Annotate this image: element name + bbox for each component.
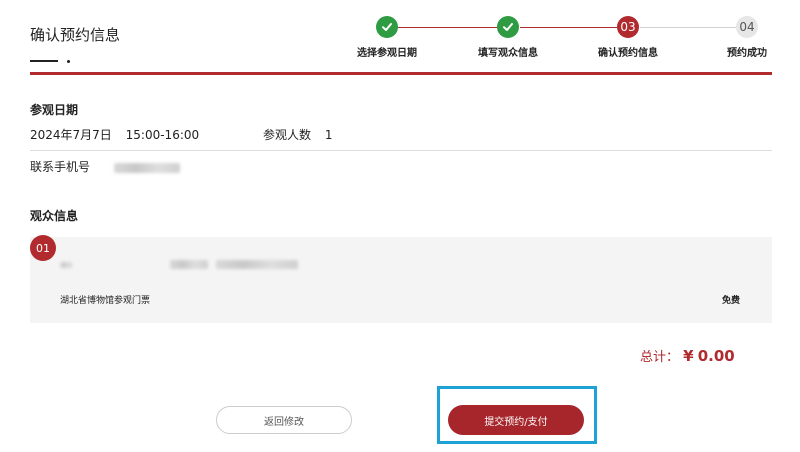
visitor-info-section-title: 观众信息 xyxy=(30,209,79,223)
total-label: 总计： xyxy=(640,350,680,365)
submit-booking-button[interactable]: 提交预约/支付 xyxy=(448,405,584,435)
visit-date-row: 2024年7月7日 15:00-16:00 参观人数 1 xyxy=(30,126,332,143)
step-label: 填写观众信息 xyxy=(478,48,538,59)
redacted-id-number xyxy=(216,260,298,269)
divider xyxy=(30,150,772,151)
phone-label: 联系手机号 xyxy=(30,160,91,174)
visitor-count-value: 1 xyxy=(324,128,333,142)
step-confirm: 03 确认预约信息 xyxy=(583,16,673,59)
step-number-badge: 03 xyxy=(617,16,639,38)
redacted-id-type xyxy=(170,260,208,269)
visit-date-section-title: 参观日期 xyxy=(30,103,79,117)
title-dot xyxy=(67,60,70,63)
visitor-index-badge: 01 xyxy=(30,235,56,261)
redacted-phone xyxy=(113,162,180,173)
page-title: 确认预约信息 xyxy=(30,26,121,44)
step-number-badge: 04 xyxy=(736,16,758,38)
visitor-card xyxy=(30,237,772,323)
total-value: 0.00 xyxy=(697,347,735,365)
visit-time: 15:00-16:00 xyxy=(125,128,200,142)
check-icon xyxy=(376,16,398,38)
step-success: 04 预约成功 xyxy=(702,16,792,59)
step-label: 预约成功 xyxy=(727,48,767,59)
total-amount: 总计： ¥ 0.00 xyxy=(640,346,735,365)
progress-stepper: 选择参观日期 填写观众信息 03 确认预约信息 04 预约成功 xyxy=(350,16,780,66)
title-underline xyxy=(30,60,58,62)
total-currency: ¥ xyxy=(683,347,694,365)
phone-row: 联系手机号 xyxy=(30,158,180,175)
redacted-visitor-name xyxy=(60,262,72,268)
check-icon xyxy=(497,16,519,38)
ticket-price: 免费 xyxy=(722,296,741,306)
back-edit-button[interactable]: 返回修改 xyxy=(216,406,352,434)
header-divider xyxy=(30,72,772,75)
visitor-count-label: 参观人数 xyxy=(262,128,311,142)
visit-date: 2024年7月7日 xyxy=(30,128,112,142)
step-select-date: 选择参观日期 xyxy=(342,16,432,59)
step-label: 选择参观日期 xyxy=(357,48,417,59)
step-fill-visitor: 填写观众信息 xyxy=(463,16,553,59)
step-label: 确认预约信息 xyxy=(598,48,658,59)
ticket-name: 湖北省博物馆参观门票 xyxy=(60,296,151,306)
